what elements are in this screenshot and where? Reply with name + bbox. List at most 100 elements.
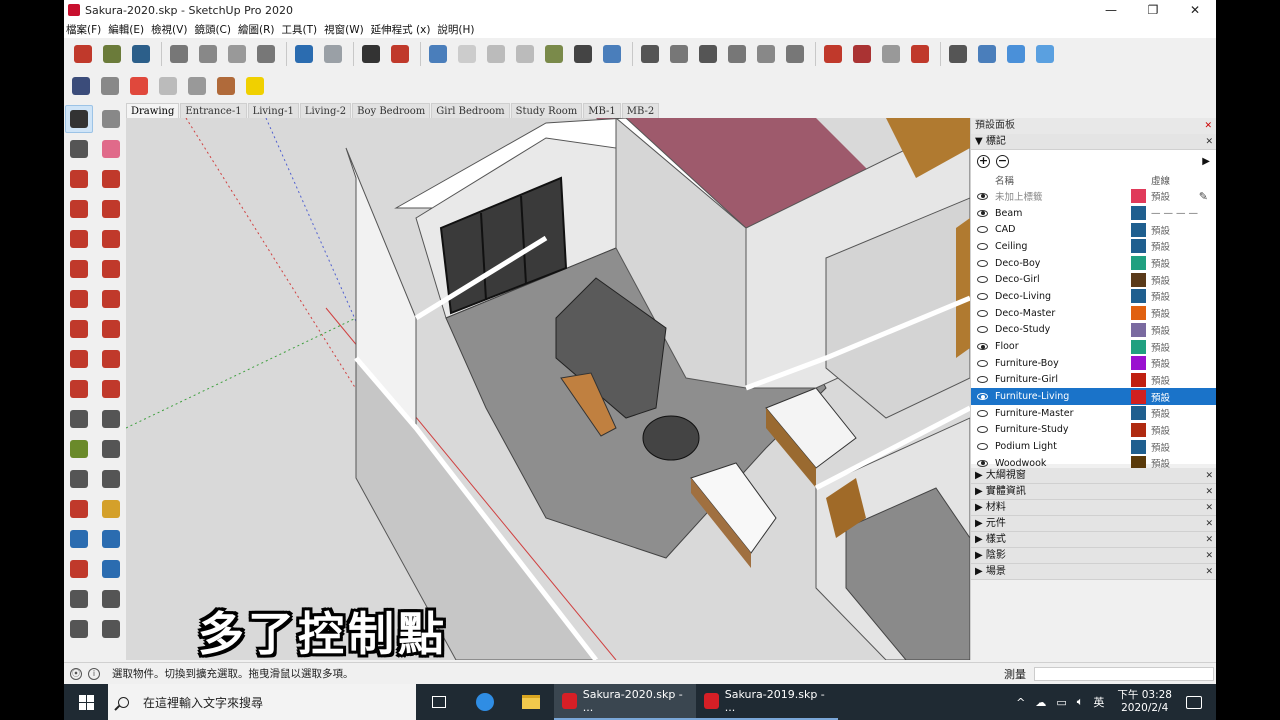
tag-name[interactable]: Deco-Master [995, 308, 1131, 319]
tag-dash-style[interactable]: 預設 [1151, 323, 1170, 337]
visibility-eye-icon[interactable] [977, 192, 988, 200]
tag-dash-style[interactable]: 預設 [1151, 306, 1170, 320]
materials-button[interactable] [126, 73, 152, 99]
house-outline-button[interactable] [753, 41, 779, 67]
warehouse-button[interactable] [637, 41, 663, 67]
tag-color-swatch[interactable] [1131, 222, 1146, 237]
tray-section-header[interactable]: ▶ 陰影 ✕ [971, 548, 1216, 564]
tag-row[interactable]: Deco-Boy 預設 [971, 255, 1216, 272]
axes-button[interactable] [65, 465, 93, 493]
circle-button[interactable] [65, 225, 93, 253]
rectangle-button[interactable] [65, 195, 93, 223]
cut-button[interactable] [166, 41, 192, 67]
tag-color-swatch[interactable] [1131, 439, 1146, 454]
menu-file[interactable]: 檔案(F) [66, 22, 101, 37]
line-tool-button[interactable] [65, 165, 93, 193]
push-pull-button[interactable] [97, 315, 125, 343]
tag-row[interactable]: Deco-Study 預設 [971, 322, 1216, 339]
tag-row[interactable]: Furniture-Living 預設 [971, 388, 1216, 405]
tag-row[interactable]: Deco-Master 預設 [971, 305, 1216, 322]
model-viewport[interactable]: 多了控制點 [126, 118, 970, 660]
cube-light-button[interactable] [1032, 41, 1058, 67]
tag-row[interactable]: Furniture-Boy 預設 [971, 355, 1216, 372]
visibility-eye-icon[interactable] [977, 309, 988, 317]
menu-view[interactable]: 檢視(V) [151, 22, 187, 37]
extension-manager-button[interactable] [878, 41, 904, 67]
name-column-header[interactable]: 名稱 [995, 173, 1131, 187]
tag-name[interactable]: Beam [995, 208, 1131, 219]
component-button[interactable] [213, 73, 239, 99]
minimize-button[interactable]: — [1090, 0, 1132, 20]
visibility-eye-icon[interactable] [977, 259, 988, 267]
tag-row[interactable]: Deco-Girl 預設 [971, 271, 1216, 288]
tag-color-swatch[interactable] [1131, 206, 1146, 221]
tag-color-swatch[interactable] [1131, 322, 1146, 337]
styles-button[interactable] [68, 73, 94, 99]
eraser-button[interactable] [97, 135, 125, 163]
network-icon[interactable]: ▭ [1056, 696, 1066, 709]
add-tag-button[interactable]: + [977, 154, 990, 168]
visibility-eye-icon[interactable] [977, 226, 988, 234]
visibility-eye-icon[interactable] [977, 376, 988, 384]
visibility-eye-icon[interactable] [977, 409, 988, 417]
tray-section-header[interactable]: ▶ 樣式 ✕ [971, 532, 1216, 548]
zoom-button[interactable] [65, 525, 93, 553]
previous-view-button[interactable] [97, 555, 125, 583]
taskbar-clock[interactable]: 下午 03:28 2020/2/4 [1117, 689, 1172, 715]
tag-row[interactable]: Podium Light 預設 [971, 438, 1216, 455]
section-plane-button[interactable] [974, 41, 1000, 67]
close-icon[interactable]: ✕ [1205, 564, 1213, 580]
geo-location-icon[interactable]: ⦿ [70, 667, 82, 680]
close-icon[interactable]: ✕ [1205, 516, 1213, 532]
scene-tab[interactable]: MB-2 [621, 103, 660, 118]
walk-button[interactable] [65, 615, 93, 643]
menu-draw[interactable]: 繪圖(R) [238, 22, 275, 37]
look-around-button[interactable] [97, 585, 125, 613]
tag-name[interactable]: 未加上標籤 [995, 189, 1131, 203]
delete-tag-button[interactable]: − [996, 154, 1009, 168]
close-icon[interactable]: ✕ [1205, 134, 1213, 150]
tag-dash-style[interactable]: 預設 [1151, 289, 1170, 303]
tag-name[interactable]: Furniture-Girl [995, 374, 1131, 385]
menu-extensions[interactable]: 延伸程式 (x) [371, 22, 431, 37]
visibility-eye-icon[interactable] [977, 359, 988, 367]
menu-edit[interactable]: 編輯(E) [108, 22, 144, 37]
tag-color-swatch[interactable] [1131, 189, 1146, 204]
select-arrow-button[interactable] [65, 105, 93, 133]
tag-row[interactable]: Deco-Living 預設 [971, 288, 1216, 305]
tag-name[interactable]: Furniture-Study [995, 424, 1131, 435]
close-button[interactable]: ✕ [1174, 0, 1216, 20]
text-tool-button[interactable] [97, 435, 125, 463]
make-component-button[interactable] [97, 105, 125, 133]
details-arrow-icon[interactable]: ▶ [1202, 156, 1210, 167]
scene-tab[interactable]: Boy Bedroom [352, 103, 431, 118]
follow-me-button[interactable] [97, 345, 125, 373]
position-camera-button[interactable] [65, 585, 93, 613]
close-icon[interactable]: ✕ [1205, 500, 1213, 516]
shaded-button[interactable] [599, 41, 625, 67]
tag-color-swatch[interactable] [1131, 372, 1146, 387]
zoom-extents-button[interactable] [65, 555, 93, 583]
start-button[interactable] [64, 684, 108, 720]
visibility-eye-icon[interactable] [977, 426, 988, 434]
menu-window[interactable]: 視窗(W) [324, 22, 364, 37]
scene-tab[interactable]: MB-1 [583, 103, 621, 118]
tag-name[interactable]: Podium Light [995, 441, 1131, 452]
scene-tab[interactable]: Living-2 [299, 103, 352, 118]
tag-color-swatch[interactable] [1131, 356, 1146, 371]
tag-name[interactable]: Ceiling [995, 241, 1131, 252]
visibility-eye-icon[interactable] [977, 443, 988, 451]
move-button[interactable] [65, 315, 93, 343]
menu-tools[interactable]: 工具(T) [281, 22, 317, 37]
task-view-icon[interactable] [416, 684, 462, 720]
tag-row[interactable]: CAD 預設 [971, 221, 1216, 238]
tag-dash-style[interactable]: 預設 [1151, 223, 1170, 237]
cube-blue-button[interactable] [1003, 41, 1029, 67]
tray-section-header[interactable]: ▶ 大綱視窗 ✕ [971, 468, 1216, 484]
zoom-window-button[interactable] [97, 525, 125, 553]
tags-header[interactable]: ▼ 標記 ✕ [971, 134, 1216, 150]
tray-section-header[interactable]: ▶ 元件 ✕ [971, 516, 1216, 532]
protractor-button[interactable] [65, 435, 93, 463]
arc-button[interactable] [65, 255, 93, 283]
close-icon[interactable]: ✕ [1205, 484, 1213, 500]
